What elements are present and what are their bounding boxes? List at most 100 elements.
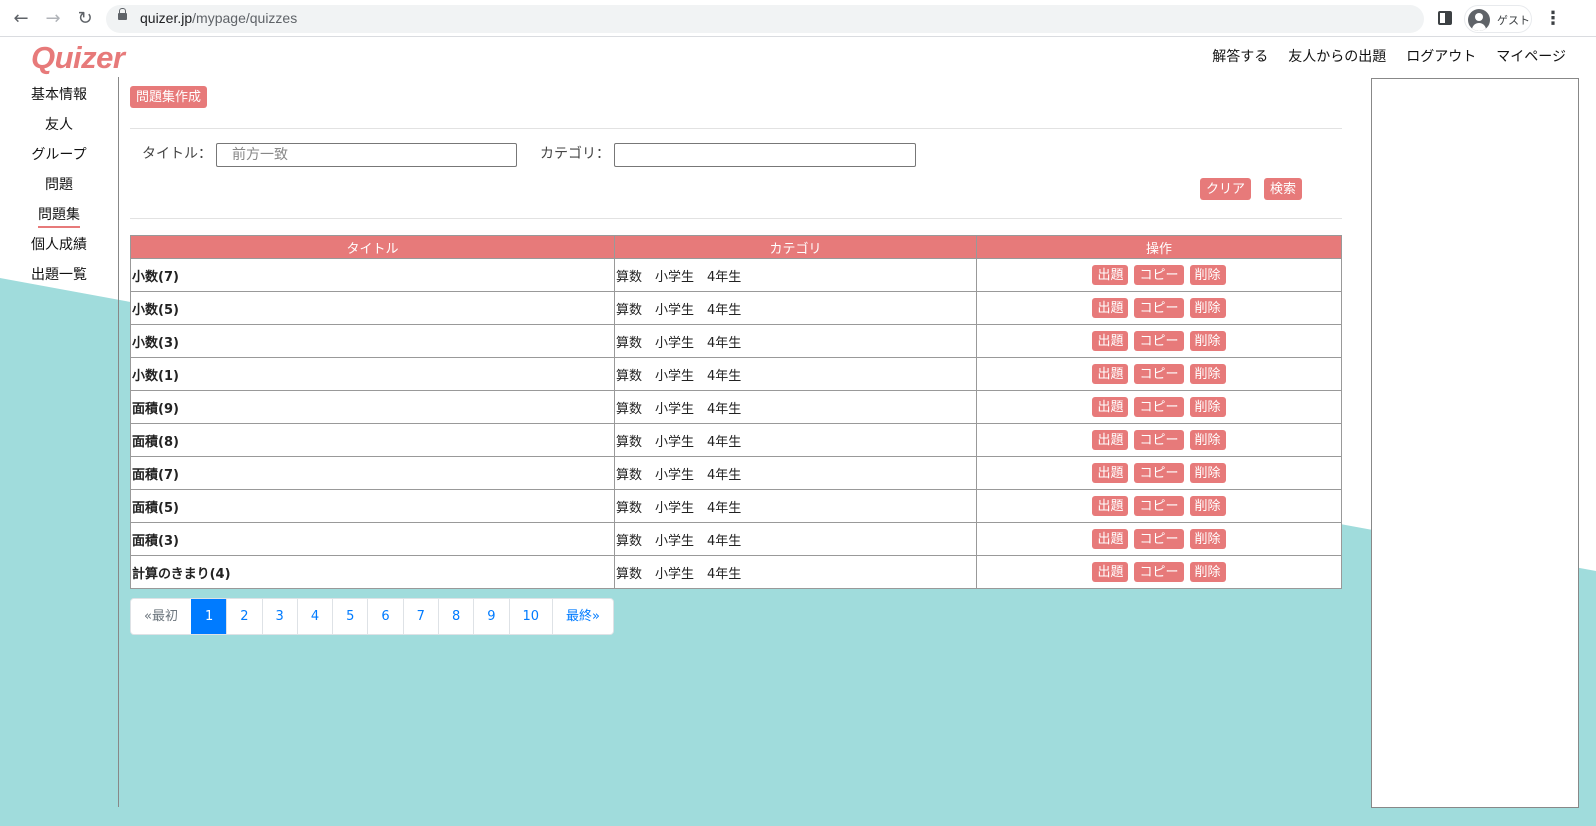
copy-button[interactable]: コピー [1134,265,1184,285]
nav-logout[interactable]: ログアウト [1406,46,1476,66]
page-link[interactable]: 1 [190,599,227,634]
quiz-set-title: 小数(5) [130,291,615,325]
page-link[interactable]: 7 [402,599,438,634]
quiz-set-actions: 出題 コピー 削除 [976,555,1342,589]
delete-button[interactable]: 削除 [1189,562,1226,582]
assign-button[interactable]: 出題 [1092,496,1129,516]
sidebar-item-questions[interactable]: 問題 [0,174,118,204]
nav-friend-quizzes[interactable]: 友人からの出題 [1288,46,1386,66]
sidebar-item-assignments[interactable]: 出題一覧 [0,264,118,294]
create-quiz-set-button[interactable]: 問題集作成 [130,86,208,108]
assign-button[interactable]: 出題 [1092,529,1129,549]
assign-button[interactable]: 出題 [1092,364,1129,384]
page-link[interactable]: 2 [226,599,262,634]
assign-button[interactable]: 出題 [1092,430,1129,450]
top-nav: 解答する 友人からの出題 ログアウト マイページ [1212,46,1566,66]
table-row: 小数(7) 算数 小学生 4年生 出題 コピー 削除 [130,258,1342,292]
sidebar-item-label: 友人 [45,117,73,133]
quiz-set-category: 算数 小学生 4年生 [614,357,977,391]
delete-button[interactable]: 削除 [1189,331,1226,351]
reload-icon[interactable]: ↻ [74,8,96,30]
copy-button[interactable]: コピー [1134,364,1184,384]
page-link[interactable]: 3 [261,599,297,634]
quiz-set-category: 算数 小学生 4年生 [614,390,977,424]
page-link[interactable]: 4 [296,599,333,634]
quiz-set-actions: 出題 コピー 削除 [976,291,1342,325]
quiz-set-title: 小数(1) [130,357,615,391]
title-search-input[interactable] [216,143,517,167]
assign-button[interactable]: 出題 [1092,298,1129,318]
page-link[interactable]: 9 [473,599,509,634]
quiz-set-actions: 出題 コピー 削除 [976,390,1342,424]
sidebar-item-groups[interactable]: グループ [0,144,118,174]
sidebar-item-label: グループ [31,147,87,163]
table-row: 面積(7) 算数 小学生 4年生 出題 コピー 削除 [130,456,1342,490]
quiz-set-title: 面積(8) [130,423,615,457]
copy-button[interactable]: コピー [1134,430,1184,450]
quiz-set-category: 算数 小学生 4年生 [614,324,977,358]
quiz-set-category: 算数 小学生 4年生 [614,456,977,490]
delete-button[interactable]: 削除 [1189,529,1226,549]
pagination: «最初 1 2 3 4 5 6 7 8 9 10 最終» [130,598,615,635]
delete-button[interactable]: 削除 [1189,397,1226,417]
page-last[interactable]: 最終» [552,599,614,634]
delete-button[interactable]: 削除 [1189,430,1226,450]
quiz-set-actions: 出題 コピー 削除 [976,522,1342,556]
table-row: 面積(8) 算数 小学生 4年生 出題 コピー 削除 [130,423,1342,457]
back-arrow-icon[interactable]: ← [10,8,32,30]
page-link[interactable]: 5 [332,599,368,634]
sidebar-item-results[interactable]: 個人成績 [0,234,118,264]
sidebar-item-label: 個人成績 [31,237,87,253]
forward-arrow-icon[interactable]: → [42,8,64,30]
column-header-actions: 操作 [976,235,1342,259]
profile-button[interactable]: ゲスト [1464,5,1532,33]
side-panel-icon[interactable] [1438,11,1452,25]
copy-button[interactable]: コピー [1134,463,1184,483]
sidebar-divider [118,77,119,807]
copy-button[interactable]: コピー [1134,562,1184,582]
assign-button[interactable]: 出題 [1092,463,1129,483]
copy-button[interactable]: コピー [1134,496,1184,516]
nav-mypage[interactable]: マイページ [1496,46,1566,66]
quiz-set-category: 算数 小学生 4年生 [614,423,977,457]
delete-button[interactable]: 削除 [1189,364,1226,384]
delete-button[interactable]: 削除 [1189,496,1226,516]
clear-button[interactable]: クリア [1200,178,1252,200]
quiz-set-actions: 出題 コピー 削除 [976,324,1342,358]
copy-button[interactable]: コピー [1134,298,1184,318]
site-logo[interactable]: Quizer [31,40,125,76]
sidebar-item-basic-info[interactable]: 基本情報 [0,84,118,114]
sidebar-item-quiz-sets[interactable]: 問題集 [0,204,118,234]
page-link[interactable]: 6 [367,599,403,634]
sidebar-item-friends[interactable]: 友人 [0,114,118,144]
table-row: 小数(3) 算数 小学生 4年生 出題 コピー 削除 [130,324,1342,358]
category-search-input[interactable] [614,143,916,167]
delete-button[interactable]: 削除 [1189,298,1226,318]
copy-button[interactable]: コピー [1134,397,1184,417]
page-link[interactable]: 10 [508,599,553,634]
page-link[interactable]: 8 [437,599,474,634]
quiz-set-actions: 出題 コピー 削除 [976,423,1342,457]
quiz-set-category: 算数 小学生 4年生 [614,522,977,556]
nav-answer[interactable]: 解答する [1212,46,1268,66]
page-first[interactable]: «最初 [131,599,191,634]
quiz-set-actions: 出題 コピー 削除 [976,258,1342,292]
quiz-set-category: 算数 小学生 4年生 [614,258,977,292]
delete-button[interactable]: 削除 [1189,463,1226,483]
url-text: quizer.jp/mypage/quizzes [140,10,297,26]
assign-button[interactable]: 出題 [1092,265,1129,285]
search-button[interactable]: 検索 [1264,178,1303,200]
address-bar[interactable]: quizer.jp/mypage/quizzes [106,5,1424,33]
quiz-set-title: 面積(9) [130,390,615,424]
url-host: quizer.jp [140,10,193,26]
quiz-set-category: 算数 小学生 4年生 [614,291,977,325]
sidebar-item-label: 問題集 [38,207,80,228]
copy-button[interactable]: コピー [1134,331,1184,351]
assign-button[interactable]: 出題 [1092,397,1129,417]
assign-button[interactable]: 出題 [1092,562,1129,582]
assign-button[interactable]: 出題 [1092,331,1129,351]
more-menu-icon[interactable]: ⋮ [1544,8,1562,30]
quiz-set-title: 面積(3) [130,522,615,556]
copy-button[interactable]: コピー [1134,529,1184,549]
delete-button[interactable]: 削除 [1189,265,1226,285]
